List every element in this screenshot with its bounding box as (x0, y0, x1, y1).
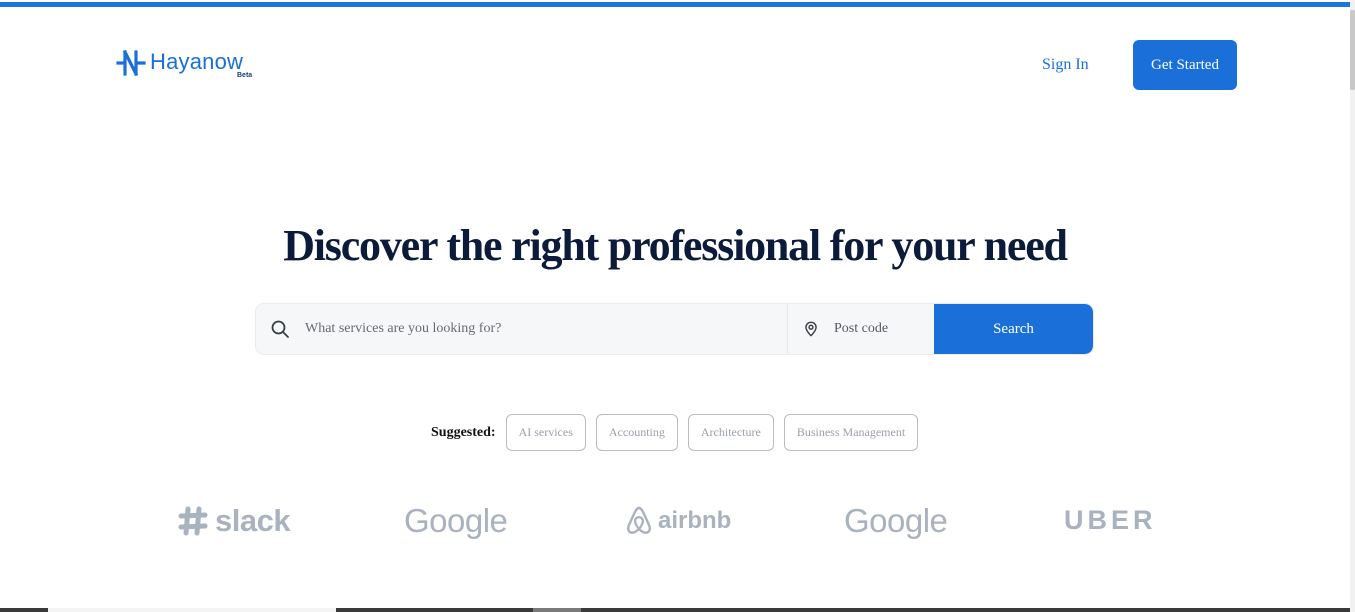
brand-logos: slack Google airbnb Google UBER (0, 498, 1350, 543)
uber-wordmark: UBER (1064, 505, 1157, 535)
page-title: Discover the right professional for your… (283, 221, 1068, 270)
search-bar: Search (255, 303, 1094, 355)
airbnb-logo: airbnb (624, 498, 731, 543)
suggestion-chip-business-management[interactable]: Business Management (783, 414, 919, 451)
google-wordmark: Google (404, 501, 508, 539)
suggested-label: Suggested: (431, 424, 496, 440)
airbnb-wordmark: airbnb (658, 506, 732, 534)
logo-mark-icon (116, 49, 146, 77)
suggestion-chip-accounting[interactable]: Accounting (595, 414, 678, 451)
sign-in-link[interactable]: Sign In (1042, 56, 1089, 74)
search-icon (271, 320, 289, 338)
search-button[interactable]: Search (934, 304, 1093, 354)
slack-wordmark: slack (215, 502, 291, 538)
top-accent-bar (0, 2, 1350, 7)
google-wordmark: Google (844, 501, 948, 539)
service-search-field[interactable] (256, 304, 788, 354)
scrollbar[interactable] (1350, 0, 1355, 612)
postcode-field[interactable] (788, 304, 934, 354)
service-search-input[interactable] (305, 321, 755, 337)
suggestion-chip-architecture[interactable]: Architecture (687, 414, 774, 451)
bottom-strip-segment (533, 608, 581, 612)
bottom-image-strip (0, 608, 1350, 612)
slack-logo: slack (177, 498, 291, 543)
uber-logo: UBER (1064, 498, 1157, 543)
scrollbar-thumb[interactable] (1350, 10, 1355, 90)
beta-badge: Beta (237, 72, 253, 79)
get-started-button[interactable]: Get Started (1133, 40, 1237, 90)
google-logo: Google (404, 498, 508, 543)
logo[interactable]: Hayanow Beta (116, 49, 252, 79)
suggested-row: Suggested: AI services Accounting Archit… (431, 414, 928, 451)
postcode-input[interactable] (834, 321, 934, 337)
airbnb-belo-icon (627, 506, 651, 534)
suggestion-chip-ai-services[interactable]: AI services (505, 414, 586, 451)
google-logo: Google (844, 498, 948, 543)
logo-text: Hayanow (150, 49, 244, 74)
location-pin-icon (805, 321, 817, 337)
bottom-strip-segment (48, 608, 336, 612)
slack-hash-icon (178, 506, 208, 535)
